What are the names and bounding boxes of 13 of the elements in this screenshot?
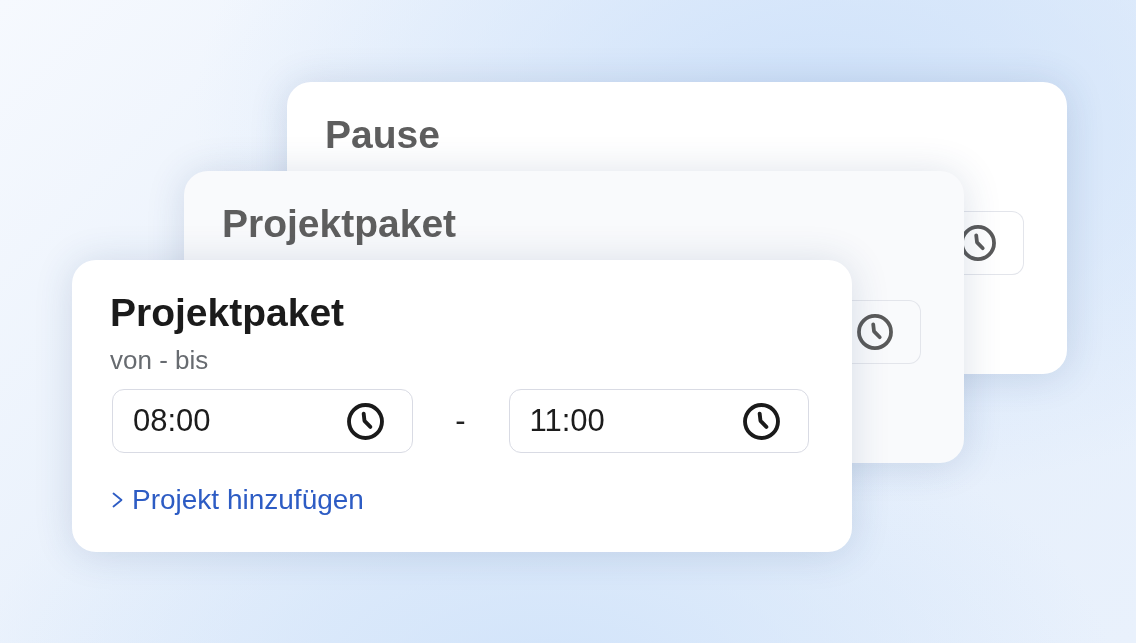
chevron-right-icon <box>112 492 123 508</box>
time-field[interactable]: 08:00 <box>112 389 413 453</box>
range-dash: - <box>455 403 466 439</box>
field-label: von - bis <box>110 345 209 375</box>
time-field[interactable]: 11:00 <box>508 389 809 453</box>
clock-icon <box>346 402 384 440</box>
time-field[interactable] <box>852 300 921 364</box>
card-title: Projektpaket <box>222 202 457 246</box>
add-project-link[interactable]: Projekt hinzufügen <box>112 483 364 517</box>
clock-icon <box>743 402 780 440</box>
card-title: Projektpaket <box>110 291 345 335</box>
card-title: Pause <box>325 113 440 157</box>
clock-icon <box>857 314 893 350</box>
